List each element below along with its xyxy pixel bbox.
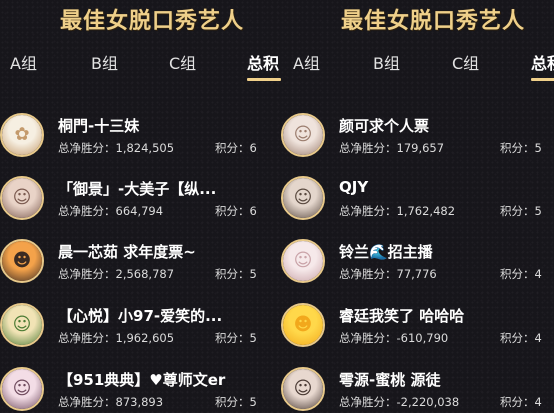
list-item[interactable]: ☻ 晨一芯茹 求年度票~ 总净胜分：2,568,787 积分：5 bbox=[0, 239, 281, 303]
tab-total[interactable]: 总积 bbox=[531, 50, 554, 74]
avatar-image: ☻ bbox=[283, 305, 323, 345]
points: 积分：5 bbox=[215, 267, 257, 281]
net-score: 总净胜分：-2,220,038 bbox=[339, 395, 460, 409]
streamer-name: 颜可求个人票 bbox=[339, 117, 430, 135]
list-item[interactable]: ☺ 「御景」-大美子【纵... 总净胜分：664,794 积分：6 bbox=[0, 176, 281, 240]
streamer-name: 晨一芯茹 求年度票~ bbox=[58, 243, 196, 261]
avatar-image: ☺ bbox=[283, 115, 323, 155]
avatar-image: ☺ bbox=[2, 178, 42, 218]
active-tab-indicator bbox=[247, 78, 281, 81]
page-title: 最佳女脱口秀艺人 bbox=[341, 8, 526, 34]
streamer-name: 睿廷我笑了 哈哈哈 bbox=[339, 307, 465, 325]
leaderboard-panel-1: 最佳女脱口秀艺人 A组 B组 C组 总积 ✿ 桐門-十三妹 总净胜分：1,824… bbox=[0, 0, 281, 413]
tab-group-b[interactable]: B组 bbox=[91, 50, 118, 74]
avatar: ☺ bbox=[281, 239, 325, 283]
points: 积分：5 bbox=[500, 204, 542, 218]
tab-group-a[interactable]: A组 bbox=[10, 50, 37, 74]
streamer-name: 雩源-蜜桃 源徒 bbox=[339, 371, 441, 389]
net-score: 总净胜分：77,776 bbox=[339, 267, 437, 281]
avatar-image: ☺ bbox=[283, 241, 323, 281]
avatar-image: ✿ bbox=[2, 115, 42, 155]
avatar: ☺ bbox=[0, 176, 44, 220]
active-tab-indicator bbox=[531, 78, 554, 81]
streamer-name: 【951典典】♥尊师文er bbox=[58, 371, 226, 389]
streamer-name: 「御景」-大美子【纵... bbox=[58, 180, 217, 198]
streamer-name: 铃兰🌊招主播 bbox=[339, 243, 433, 261]
net-score: 总净胜分：664,794 bbox=[58, 204, 164, 218]
net-score: 总净胜分：1,824,505 bbox=[58, 141, 175, 155]
list-item[interactable]: ☺ QJY 总净胜分：1,762,482 积分：5 bbox=[281, 176, 554, 240]
avatar: ☺ bbox=[281, 113, 325, 157]
avatar-image: ☻ bbox=[2, 241, 42, 281]
net-score: 总净胜分：1,762,482 bbox=[339, 204, 456, 218]
points: 积分：6 bbox=[215, 204, 257, 218]
tab-total[interactable]: 总积 bbox=[247, 50, 279, 74]
group-tabs: A组 B组 C组 总积 bbox=[281, 50, 554, 84]
net-score: 总净胜分：-610,790 bbox=[339, 331, 449, 345]
page-title: 最佳女脱口秀艺人 bbox=[60, 8, 245, 34]
leaderboard-panel-2: 最佳女脱口秀艺人 A组 B组 C组 总积 ☺ 颜可求个人票 总净胜分：179,6… bbox=[281, 0, 554, 413]
avatar: ☺ bbox=[281, 176, 325, 220]
points: 积分：4 bbox=[500, 331, 542, 345]
streamer-name: 【心悦】小97-爱笑的... bbox=[58, 307, 223, 325]
points: 积分：4 bbox=[500, 395, 542, 409]
list-item[interactable]: ☺ 【951典典】♥尊师文er 总净胜分：873,893 积分：5 bbox=[0, 367, 281, 413]
avatar: ☺ bbox=[0, 303, 44, 347]
avatar-image: ☺ bbox=[2, 369, 42, 409]
avatar: ✿ bbox=[0, 113, 44, 157]
points: 积分：5 bbox=[500, 141, 542, 155]
list-item[interactable]: ☺ 雩源-蜜桃 源徒 总净胜分：-2,220,038 积分：4 bbox=[281, 367, 554, 413]
net-score: 总净胜分：2,568,787 bbox=[58, 267, 175, 281]
list-item[interactable]: ✿ 桐門-十三妹 总净胜分：1,824,505 积分：6 bbox=[0, 113, 281, 177]
tab-group-b[interactable]: B组 bbox=[373, 50, 400, 74]
avatar-image: ☺ bbox=[2, 305, 42, 345]
points: 积分：6 bbox=[215, 141, 257, 155]
avatar: ☺ bbox=[281, 367, 325, 411]
tab-group-c[interactable]: C组 bbox=[169, 50, 196, 74]
tab-group-c[interactable]: C组 bbox=[452, 50, 479, 74]
avatar: ☻ bbox=[0, 239, 44, 283]
points: 积分：5 bbox=[215, 395, 257, 409]
avatar: ☺ bbox=[0, 367, 44, 411]
list-item[interactable]: ☺ 颜可求个人票 总净胜分：179,657 积分：5 bbox=[281, 113, 554, 177]
net-score: 总净胜分：873,893 bbox=[58, 395, 164, 409]
points: 积分：4 bbox=[500, 267, 542, 281]
streamer-name: 桐門-十三妹 bbox=[58, 117, 140, 135]
net-score: 总净胜分：1,962,605 bbox=[58, 331, 175, 345]
list-item[interactable]: ☻ 睿廷我笑了 哈哈哈 总净胜分：-610,790 积分：4 bbox=[281, 303, 554, 367]
avatar-image: ☺ bbox=[283, 178, 323, 218]
net-score: 总净胜分：179,657 bbox=[339, 141, 445, 155]
group-tabs: A组 B组 C组 总积 bbox=[0, 50, 281, 84]
streamer-name: QJY bbox=[339, 178, 369, 196]
avatar: ☻ bbox=[281, 303, 325, 347]
list-item[interactable]: ☺ 铃兰🌊招主播 总净胜分：77,776 积分：4 bbox=[281, 239, 554, 303]
list-item[interactable]: ☺ 【心悦】小97-爱笑的... 总净胜分：1,962,605 积分：5 bbox=[0, 303, 281, 367]
points: 积分：5 bbox=[215, 331, 257, 345]
tab-group-a[interactable]: A组 bbox=[293, 50, 320, 74]
avatar-image: ☺ bbox=[283, 369, 323, 409]
